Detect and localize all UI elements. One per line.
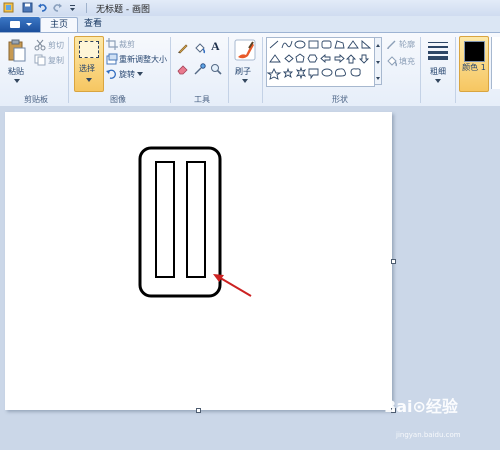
undo-icon[interactable] (37, 2, 48, 13)
color-picker-icon[interactable] (194, 63, 206, 75)
pencil-icon[interactable] (177, 42, 189, 54)
group-divider (68, 37, 69, 103)
color1-button[interactable]: 颜色 1 (459, 36, 489, 92)
window-title: 无标题 - 画图 (96, 5, 150, 15)
title-separator (86, 3, 87, 13)
menu-glyph-icon (10, 21, 20, 28)
brush-icon[interactable] (234, 39, 256, 61)
baidu-watermark-url: jingyan.baidu.com (396, 431, 461, 439)
copy-icon[interactable] (34, 54, 46, 66)
resize-handle-right[interactable] (391, 259, 396, 264)
outer-rounded-rectangle (138, 146, 222, 298)
chevron-down-icon[interactable] (242, 79, 248, 83)
color1-label: 颜色 1 (462, 63, 486, 72)
shapes-gallery-scrollbar[interactable] (374, 37, 382, 85)
group-divider (262, 37, 263, 103)
text-tool-icon[interactable]: A (211, 39, 220, 54)
shapes-gallery[interactable] (266, 37, 375, 87)
chevron-down-icon[interactable] (14, 79, 20, 83)
crop-icon[interactable] (106, 38, 118, 50)
paste-icon[interactable] (7, 39, 27, 63)
rotate-icon[interactable] (106, 68, 118, 80)
select-icon (79, 41, 99, 58)
drawing-canvas[interactable] (5, 112, 392, 410)
color2-button[interactable] (491, 37, 500, 89)
title-bar: 无标题 - 画图 (0, 0, 500, 17)
tab-view[interactable]: 查看 (78, 17, 108, 32)
left-inner-rectangle (155, 161, 175, 278)
cut-icon[interactable] (34, 39, 46, 51)
select-button[interactable]: 选择 (74, 36, 104, 92)
right-inner-rectangle (186, 161, 206, 278)
group-divider (228, 37, 229, 103)
redo-icon[interactable] (52, 2, 63, 13)
crop-label[interactable]: 裁剪 (119, 39, 135, 50)
canvas-drawing (138, 146, 252, 298)
select-label: 选择 (79, 64, 95, 73)
resize-label[interactable]: 重新调整大小 (119, 54, 167, 65)
fill-icon[interactable] (386, 55, 398, 67)
fill-label[interactable]: 填充 (399, 56, 415, 67)
brushes-label[interactable]: 刷子 (235, 66, 251, 77)
group-divider (455, 37, 456, 103)
group-divider (170, 37, 171, 103)
ribbon: 粘贴 剪切 复制 剪贴板 选择 裁剪 重新调整大小 旋转 图像 A 工具 刷子 … (0, 32, 500, 107)
outline-label[interactable]: 轮廓 (399, 39, 415, 50)
copy-label[interactable]: 复制 (48, 55, 64, 66)
size-icon[interactable] (427, 39, 449, 61)
tab-home[interactable]: 主页 (40, 17, 78, 33)
eraser-icon[interactable] (177, 63, 189, 75)
red-arrow-shaft (216, 275, 252, 297)
image-group-label: 图像 (110, 95, 126, 104)
tools-group-label: 工具 (194, 95, 210, 104)
chevron-down-icon[interactable] (137, 72, 143, 76)
ribbon-tab-row: 主页 查看 (0, 16, 500, 33)
chevron-down-icon[interactable] (435, 79, 441, 83)
chevron-down-icon (26, 23, 32, 26)
save-icon[interactable] (22, 2, 33, 13)
group-divider (420, 37, 421, 103)
magnifier-icon[interactable] (210, 63, 222, 75)
paint-menu-button[interactable] (0, 17, 40, 32)
paint-app-icon (3, 2, 14, 13)
size-label[interactable]: 粗细 (430, 66, 446, 77)
color1-swatch (464, 41, 485, 62)
resize-handle-bottom[interactable] (196, 408, 201, 413)
shapes-group-label: 形状 (332, 95, 348, 104)
paste-label[interactable]: 粘贴 (8, 66, 24, 77)
fill-bucket-icon[interactable] (194, 42, 206, 54)
resize-icon[interactable] (106, 53, 118, 65)
outline-icon[interactable] (386, 38, 398, 50)
cut-label[interactable]: 剪切 (48, 40, 64, 51)
clipboard-group-label: 剪贴板 (24, 95, 48, 104)
customize-quick-access-icon[interactable] (67, 2, 78, 13)
rotate-label[interactable]: 旋转 (119, 69, 135, 80)
chevron-down-icon (86, 78, 92, 82)
baidu-watermark: Bai⊙经验 (384, 397, 458, 416)
